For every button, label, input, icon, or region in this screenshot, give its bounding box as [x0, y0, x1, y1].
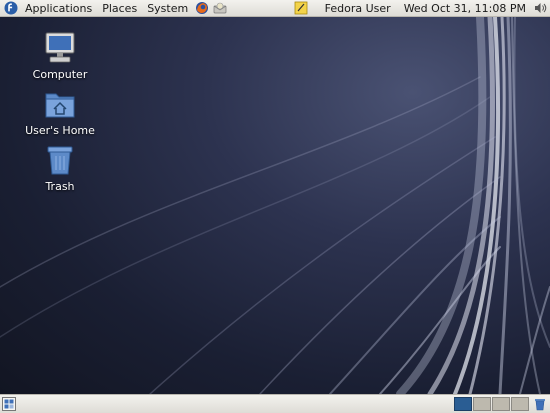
user-switcher[interactable]: Fedora User: [320, 0, 396, 17]
notes-icon[interactable]: [294, 1, 308, 15]
bottom-panel: [0, 394, 550, 413]
show-desktop-icon[interactable]: [2, 397, 16, 411]
desktop-icon-label: Computer: [32, 68, 88, 81]
places-menu[interactable]: Places: [97, 0, 142, 17]
firefox-icon[interactable]: [195, 1, 209, 15]
applications-menu[interactable]: Applications: [20, 0, 97, 17]
desktop[interactable]: Computer User's Home Trash: [0, 17, 550, 394]
desktop-icon-home[interactable]: User's Home: [24, 86, 96, 137]
desktop-icon-label: User's Home: [25, 124, 95, 137]
desktop-icon-trash[interactable]: Trash: [24, 142, 96, 193]
workspace-2[interactable]: [473, 397, 491, 411]
trash-applet-icon[interactable]: [533, 397, 547, 411]
volume-icon[interactable]: [533, 1, 547, 15]
workspace-1[interactable]: [454, 397, 472, 411]
trash-icon: [47, 146, 73, 175]
desktop-icon-label: Trash: [45, 180, 75, 193]
workspace-3[interactable]: [492, 397, 510, 411]
clock[interactable]: Wed Oct 31, 11:08 PM: [396, 0, 531, 17]
top-panel: Applications Places System Fedora User W…: [0, 0, 550, 17]
computer-icon: [45, 32, 75, 63]
system-menu[interactable]: System: [142, 0, 193, 17]
mail-client-icon[interactable]: [213, 1, 227, 15]
desktop-icon-computer[interactable]: Computer: [24, 30, 96, 81]
workspace-4[interactable]: [511, 397, 529, 411]
workspace-switcher: [453, 397, 547, 411]
home-folder-icon: [45, 93, 75, 118]
fedora-logo-icon[interactable]: [4, 1, 18, 15]
